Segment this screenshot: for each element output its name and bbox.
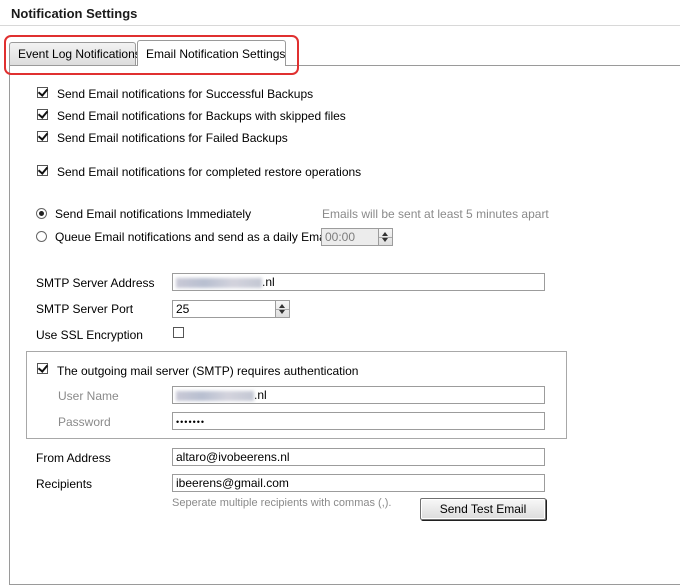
smtp-server-label: SMTP Server Address xyxy=(36,276,155,290)
smtp-port-label: SMTP Server Port xyxy=(36,302,134,316)
spin-up-icon xyxy=(382,232,388,236)
auth-required-checkbox[interactable] xyxy=(37,363,48,374)
auth-required-label: The outgoing mail server (SMTP) requires… xyxy=(57,364,359,378)
ssl-label: Use SSL Encryption xyxy=(36,328,143,342)
smtp-port-input[interactable]: 25 xyxy=(172,300,290,318)
redacted-server-text xyxy=(176,277,262,288)
redacted-username-text xyxy=(176,390,254,401)
skipped-files-label: Send Email notifications for Backups wit… xyxy=(57,109,346,123)
recipients-input[interactable]: ibeerens@gmail.com xyxy=(172,474,545,492)
send-immediately-radio[interactable] xyxy=(36,208,47,219)
password-label: Password xyxy=(58,415,111,429)
smtp-server-input[interactable]: .nl xyxy=(172,273,545,291)
recipients-label: Recipients xyxy=(36,477,93,491)
from-address-value: altaro@ivobeerens.nl xyxy=(176,450,290,464)
username-label: User Name xyxy=(58,389,119,403)
successful-backups-checkbox[interactable] xyxy=(37,87,48,98)
successful-backups-label: Send Email notifications for Successful … xyxy=(57,87,314,101)
from-address-input[interactable]: altaro@ivobeerens.nl xyxy=(172,448,545,466)
ssl-checkbox[interactable] xyxy=(173,327,184,338)
smtp-port-value: 25 xyxy=(176,302,190,316)
failed-backups-label: Send Email notifications for Failed Back… xyxy=(57,131,288,145)
spin-up-icon xyxy=(279,304,285,308)
restore-operations-label: Send Email notifications for completed r… xyxy=(57,165,362,179)
skipped-files-checkbox[interactable] xyxy=(37,109,48,120)
password-value: ••••••• xyxy=(176,417,206,427)
send-immediately-label: Send Email notifications Immediately xyxy=(55,207,252,221)
daily-email-radio[interactable] xyxy=(36,231,47,242)
spin-down-icon xyxy=(279,310,285,314)
recipients-value: ibeerens@gmail.com xyxy=(176,476,289,490)
spin-down-icon xyxy=(382,238,388,242)
username-input[interactable]: .nl xyxy=(172,386,545,404)
failed-backups-checkbox[interactable] xyxy=(37,131,48,142)
daily-time-spinner[interactable] xyxy=(378,229,392,245)
daily-time-value: 00:00 xyxy=(325,230,356,244)
immediate-note: Emails will be sent at least 5 minutes a… xyxy=(322,207,549,221)
smtp-port-spinner[interactable] xyxy=(275,301,289,317)
smtp-server-value: .nl xyxy=(262,275,275,289)
from-address-label: From Address xyxy=(36,451,111,465)
password-input[interactable]: ••••••• xyxy=(172,412,545,430)
send-test-email-button[interactable]: Send Test Email xyxy=(420,498,546,520)
username-value: .nl xyxy=(254,388,267,402)
daily-email-label: Queue Email notifications and send as a … xyxy=(55,230,345,244)
restore-operations-checkbox[interactable] xyxy=(37,165,48,176)
recipients-hint: Seperate multiple recipients with commas… xyxy=(172,497,392,509)
